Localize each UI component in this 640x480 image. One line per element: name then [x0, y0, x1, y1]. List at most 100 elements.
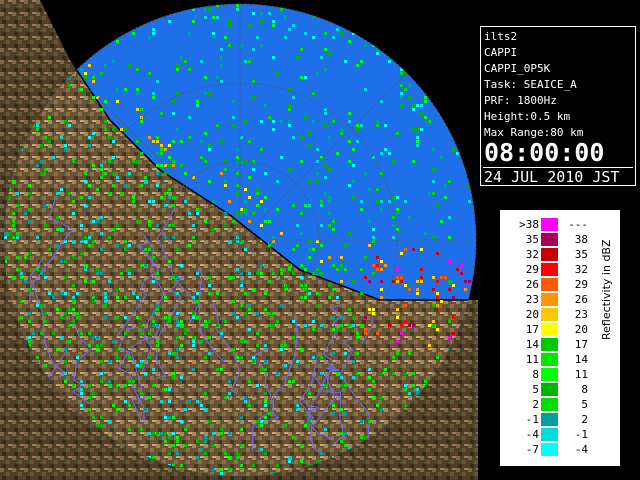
echo-cell [360, 420, 363, 423]
echo-cell [116, 224, 119, 227]
echo-cell [340, 408, 343, 411]
echo-cell [240, 44, 243, 47]
echo-cell [260, 420, 263, 423]
legend-swatch [541, 383, 558, 396]
echo-cell [104, 304, 107, 307]
echo-cell [412, 128, 415, 131]
legend-upper-bound: 14 [574, 353, 588, 366]
echo-cell [72, 200, 75, 203]
echo-cell [148, 432, 151, 435]
echo-cell [364, 436, 367, 439]
echo-cell [80, 388, 83, 391]
echo-cell [412, 108, 415, 111]
echo-cell [352, 164, 355, 167]
echo-cell [280, 232, 283, 235]
echo-cell [272, 128, 275, 131]
echo-cell [432, 276, 435, 279]
echo-cell [256, 272, 259, 275]
echo-cell [216, 124, 219, 127]
echo-cell [392, 236, 395, 239]
echo-cell [336, 28, 339, 31]
echo-cell [132, 160, 135, 163]
echo-cell [204, 356, 207, 359]
echo-cell [248, 380, 251, 383]
legend-row: -4 -1 [501, 427, 619, 442]
echo-cell [296, 360, 299, 363]
echo-cell [356, 372, 359, 375]
echo-cell [368, 376, 371, 379]
echo-cell [336, 152, 339, 155]
echo-cell [196, 440, 199, 443]
legend-row: 58 [501, 382, 619, 397]
echo-cell [152, 384, 155, 387]
echo-cell [408, 84, 411, 87]
echo-cell [388, 152, 391, 155]
echo-cell [304, 76, 307, 79]
echo-cell [264, 220, 267, 223]
echo-cell [468, 200, 471, 203]
echo-cell [108, 192, 111, 195]
echo-cell [264, 404, 267, 407]
echo-cell [128, 356, 131, 359]
echo-cell [292, 136, 295, 139]
legend-row: >38 --- [501, 217, 619, 232]
echo-cell [376, 188, 379, 191]
echo-cell [340, 316, 343, 319]
echo-cell [360, 292, 363, 295]
echo-cell [312, 92, 315, 95]
echo-cell [380, 372, 383, 375]
echo-cell [92, 220, 95, 223]
echo-cell [244, 212, 247, 215]
echo-cell [228, 276, 231, 279]
echo-cell [152, 32, 155, 35]
echo-cell [100, 168, 103, 171]
echo-cell [448, 336, 451, 339]
echo-cell [136, 140, 139, 143]
echo-cell [104, 300, 107, 303]
echo-cell [372, 308, 375, 311]
echo-cell [288, 28, 291, 31]
echo-cell [64, 276, 67, 279]
echo-cell [400, 72, 403, 75]
echo-cell [396, 340, 399, 343]
echo-cell [236, 192, 239, 195]
echo-cell [116, 296, 119, 299]
echo-cell [264, 368, 267, 371]
echo-cell [192, 20, 195, 23]
echo-cell [300, 264, 303, 267]
echo-cell [300, 160, 303, 163]
echo-cell [176, 336, 179, 339]
echo-cell [224, 452, 227, 455]
echo-cell [300, 460, 303, 463]
echo-cell [36, 164, 39, 167]
echo-cell [256, 192, 259, 195]
echo-cell [304, 424, 307, 427]
echo-cell [56, 348, 59, 351]
echo-cell [240, 464, 243, 467]
echo-cell [288, 268, 291, 271]
echo-cell [260, 20, 263, 23]
echo-cell [176, 292, 179, 295]
echo-cell [376, 200, 379, 203]
echo-cell [240, 160, 243, 163]
echo-cell [200, 60, 203, 63]
legend-swatch [541, 428, 558, 441]
legend-swatch [541, 263, 558, 276]
echo-cell [236, 8, 239, 11]
echo-cell [440, 156, 443, 159]
echo-cell [432, 320, 435, 323]
echo-cell [300, 296, 303, 299]
echo-cell [184, 200, 187, 203]
echo-cell [80, 88, 83, 91]
echo-cell [232, 300, 235, 303]
echo-cell [196, 272, 199, 275]
echo-cell [256, 420, 259, 423]
legend-upper-bound: 23 [574, 308, 588, 321]
echo-cell [64, 144, 67, 147]
echo-cell [356, 64, 359, 67]
echo-cell [64, 148, 67, 151]
echo-cell [96, 424, 99, 427]
echo-cell [320, 244, 323, 247]
echo-cell [180, 320, 183, 323]
echo-cell [288, 460, 291, 463]
